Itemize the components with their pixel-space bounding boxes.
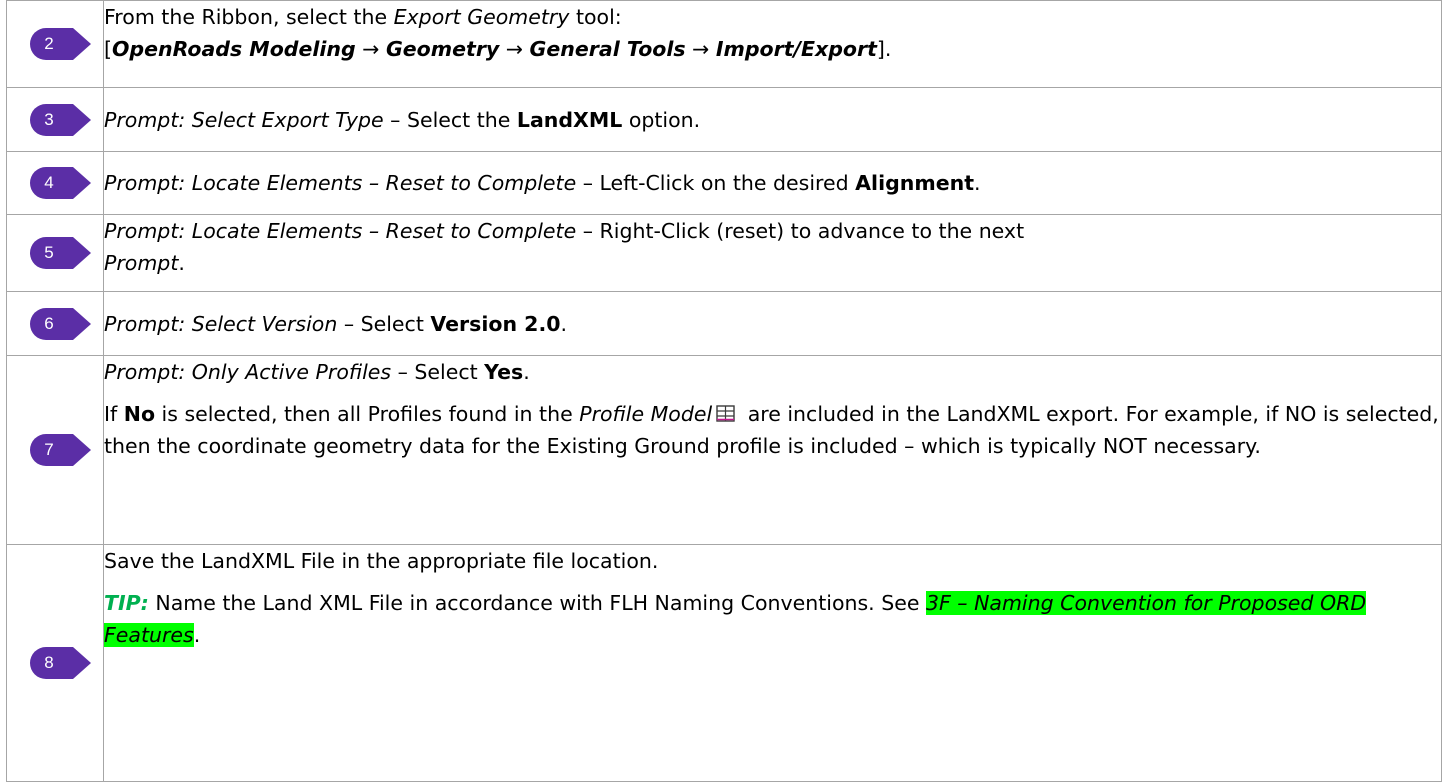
- step-row-5: 5 Prompt: Locate Elements – Reset to Com…: [6, 214, 1442, 292]
- step-text: .: [178, 251, 185, 275]
- bracket-close: ].: [876, 37, 892, 61]
- step-text-cell: Prompt: Locate Elements – Reset to Compl…: [103, 214, 1442, 292]
- step-number: 6: [44, 313, 54, 333]
- step-number-badge: 5: [29, 236, 93, 270]
- step-row-7: 7 Prompt: Only Active Profiles – Select …: [6, 355, 1442, 545]
- step-text: .: [193, 623, 201, 647]
- prompt-text: Prompt: Select Version: [104, 311, 338, 336]
- dash: –: [337, 311, 361, 336]
- step-text-cell: Prompt: Locate Elements – Reset to Compl…: [103, 151, 1442, 215]
- step-row-4: 4 Prompt: Locate Elements – Reset to Com…: [6, 151, 1442, 215]
- arrow-glyph: →: [692, 37, 710, 61]
- dash: –: [576, 219, 600, 243]
- ribbon-tab: OpenRoads Modeling: [112, 37, 356, 61]
- arrow-glyph: →: [505, 37, 524, 61]
- step-text: Left-Click on the desired: [599, 171, 856, 195]
- step-marker-cell: 8: [6, 544, 104, 782]
- step-row-3: 3 Prompt: Select Export Type – Select th…: [6, 87, 1442, 152]
- step-text: Name the Land XML File in accordance wit…: [148, 591, 926, 615]
- step-row-8: 8 Save the LandXML File in the appropria…: [6, 544, 1442, 782]
- step-text-cell: Prompt: Select Version – Select Version …: [103, 291, 1442, 356]
- prompt-text: Prompt: Locate Elements: [104, 219, 363, 243]
- arrow-glyph: →: [362, 37, 380, 61]
- step-marker-cell: 2: [6, 0, 104, 88]
- step-row-2: 2 From the Ribbon, select the Export Geo…: [6, 0, 1442, 88]
- step-text: Save the LandXML File in the appropriate…: [104, 549, 659, 573]
- step-text: If: [104, 402, 124, 426]
- step-number: 5: [44, 243, 54, 262]
- step-text: option.: [622, 107, 701, 132]
- dash: –: [362, 171, 386, 195]
- step-number: 2: [44, 34, 54, 53]
- step-marker-cell: 4: [6, 151, 104, 215]
- model-name: Profile Model: [579, 402, 713, 426]
- tip-label: TIP:: [104, 591, 149, 615]
- prompt-text: Prompt: Locate Elements: [104, 171, 363, 195]
- step-marker-cell: 3: [6, 87, 104, 152]
- step-text: Select the: [406, 107, 517, 132]
- tool-name: Export Geometry: [393, 5, 570, 29]
- step-text: .: [974, 171, 981, 195]
- prompt-text: Reset to Complete: [385, 219, 577, 243]
- step-text: Select: [414, 360, 485, 384]
- prompt-text: Prompt: Select Export Type: [104, 107, 384, 132]
- step-marker-cell: 5: [6, 214, 104, 292]
- dash: –: [383, 107, 407, 132]
- step-text-cell: From the Ribbon, select the Export Geome…: [103, 0, 1442, 88]
- prompt-text: Reset to Complete: [385, 171, 577, 195]
- step-number: 3: [44, 109, 54, 129]
- step-number: 7: [44, 440, 54, 459]
- step-number: 4: [44, 173, 54, 192]
- step-number-badge: 3: [29, 103, 93, 137]
- step-text: tool:: [569, 5, 622, 29]
- step-number-badge: 2: [29, 27, 93, 61]
- ribbon-group: Geometry: [385, 37, 500, 61]
- step-row-6: 6 Prompt: Select Version – Select Versio…: [6, 291, 1442, 356]
- step-text-cell: Save the LandXML File in the appropriate…: [103, 544, 1442, 782]
- ribbon-tool: Import/Export: [715, 37, 877, 61]
- option-name: Yes: [484, 360, 524, 384]
- option-name: Alignment: [855, 171, 975, 195]
- step-text: From the Ribbon, select the: [104, 5, 394, 29]
- step-text: Right-Click (reset) to advance to the ne…: [599, 219, 1025, 243]
- step-text: Select: [360, 311, 431, 336]
- step-number-badge: 6: [29, 307, 93, 341]
- step-marker-cell: 7: [6, 355, 104, 545]
- step-text: is selected, then all Profiles found in …: [155, 402, 580, 426]
- step-number-badge: 8: [29, 646, 93, 680]
- ribbon-subgroup: General Tools: [529, 37, 686, 61]
- bracket-open: [: [104, 37, 112, 61]
- step-number-badge: 4: [29, 166, 93, 200]
- steps-table: 2 From the Ribbon, select the Export Geo…: [6, 0, 1442, 782]
- dash: –: [362, 219, 386, 243]
- option-name: Version 2.0: [430, 311, 561, 336]
- option-name: No: [123, 402, 156, 426]
- option-name: LandXML: [516, 107, 623, 132]
- step-text-cell: Prompt: Only Active Profiles – Select Ye…: [103, 355, 1442, 545]
- step-number-badge: 7: [29, 433, 93, 467]
- dash: –: [391, 360, 415, 384]
- dash: –: [576, 171, 600, 195]
- step-marker-cell: 6: [6, 291, 104, 356]
- prompt-text: Prompt: Only Active Profiles: [104, 360, 392, 384]
- step-text-cell: Prompt: Select Export Type – Select the …: [103, 87, 1442, 152]
- step-number: 8: [44, 653, 54, 672]
- step-text: .: [560, 311, 568, 336]
- step-text: .: [523, 360, 530, 384]
- prompt-word: Prompt: [104, 251, 179, 275]
- profile-model-icon: [716, 399, 735, 422]
